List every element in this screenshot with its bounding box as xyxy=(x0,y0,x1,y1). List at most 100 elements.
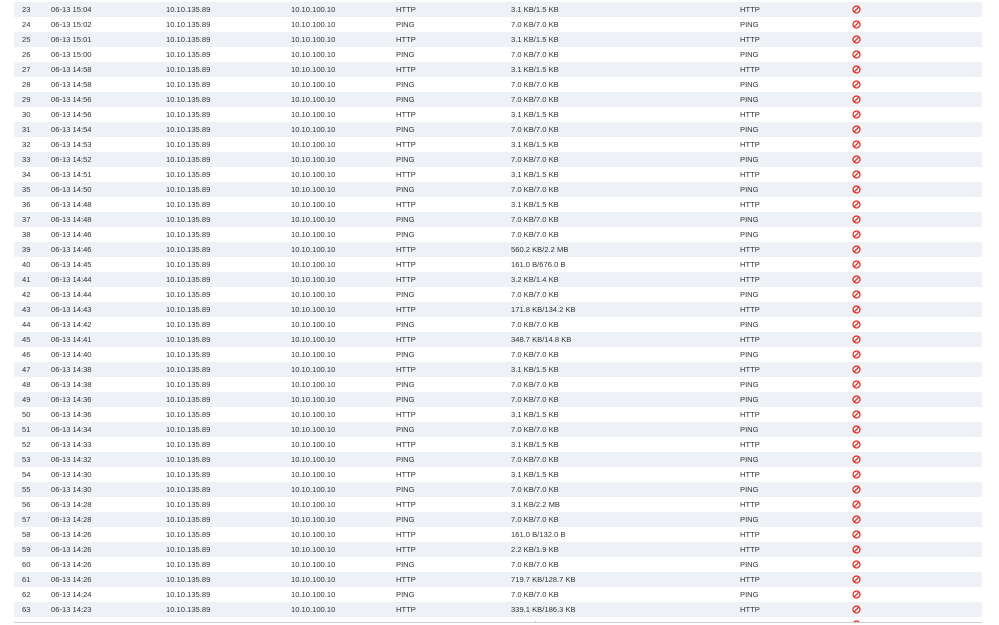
table-row[interactable]: 27 06-13 14:58 10.10.135.89 10.10.100.10 HTT… xyxy=(14,62,982,77)
block-icon[interactable] xyxy=(852,590,861,599)
block-icon[interactable] xyxy=(852,305,861,314)
block-icon[interactable] xyxy=(852,200,861,209)
table-row[interactable]: 24 06-13 15:02 10.10.135.89 10.10.100.10 PIN… xyxy=(14,17,982,32)
table-row[interactable]: 59 06-13 14:26 10.10.135.89 10.10.100.10 HTT… xyxy=(14,542,982,557)
block-icon[interactable] xyxy=(852,245,861,254)
table-row[interactable]: 31 06-13 14:54 10.10.135.89 10.10.100.10 PIN… xyxy=(14,122,982,137)
table-row[interactable]: 55 06-13 14:30 10.10.135.89 10.10.100.10 PIN… xyxy=(14,482,982,497)
row-dest-ip: 10.10.100.10 xyxy=(291,395,336,404)
block-icon[interactable] xyxy=(852,185,861,194)
row-source-ip: 10.10.135.89 xyxy=(166,35,211,44)
row-traffic: 3.1 KB/1.5 KB xyxy=(511,110,559,119)
table-row[interactable]: 32 06-13 14:53 10.10.135.89 10.10.100.10 HTT… xyxy=(14,137,982,152)
table-row[interactable]: 62 06-13 14:24 10.10.135.89 10.10.100.10 PIN… xyxy=(14,587,982,602)
table-row[interactable]: 33 06-13 14:52 10.10.135.89 10.10.100.10 PIN… xyxy=(14,152,982,167)
block-icon[interactable] xyxy=(852,605,861,614)
block-icon[interactable] xyxy=(852,230,861,239)
block-icon[interactable] xyxy=(852,65,861,74)
row-traffic: 171.8 KB/134.2 KB xyxy=(511,305,576,314)
block-icon[interactable] xyxy=(852,575,861,584)
table-row[interactable]: 34 06-13 14:51 10.10.135.89 10.10.100.10 HTT… xyxy=(14,167,982,182)
block-icon[interactable] xyxy=(852,320,861,329)
block-icon[interactable] xyxy=(852,545,861,554)
table-row[interactable]: 48 06-13 14:38 10.10.135.89 10.10.100.10 PIN… xyxy=(14,377,982,392)
table-row[interactable]: 23 06-13 15:04 10.10.135.89 10.10.100.10 HTT… xyxy=(14,2,982,17)
block-icon[interactable] xyxy=(852,380,861,389)
block-icon[interactable] xyxy=(852,125,861,134)
table-row[interactable]: 45 06-13 14:41 10.10.135.89 10.10.100.10 HTT… xyxy=(14,332,982,347)
table-row[interactable]: 30 06-13 14:56 10.10.135.89 10.10.100.10 HTT… xyxy=(14,107,982,122)
row-source-ip: 10.10.135.89 xyxy=(166,110,211,119)
block-icon[interactable] xyxy=(852,290,861,299)
row-dest-ip: 10.10.100.10 xyxy=(291,50,336,59)
block-icon[interactable] xyxy=(852,275,861,284)
block-icon[interactable] xyxy=(852,35,861,44)
row-protocol: PING xyxy=(740,20,759,29)
block-icon[interactable] xyxy=(852,50,861,59)
block-icon[interactable] xyxy=(852,365,861,374)
table-row[interactable]: 49 06-13 14:36 10.10.135.89 10.10.100.10 PIN… xyxy=(14,392,982,407)
table-row[interactable]: 37 06-13 14:48 10.10.135.89 10.10.100.10 PIN… xyxy=(14,212,982,227)
row-traffic: 7.0 KB/7.0 KB xyxy=(511,185,559,194)
block-icon[interactable] xyxy=(852,530,861,539)
table-row[interactable]: 52 06-13 14:33 10.10.135.89 10.10.100.10 HTT… xyxy=(14,437,982,452)
row-id: 59 xyxy=(22,545,31,554)
block-icon[interactable] xyxy=(852,395,861,404)
block-icon[interactable] xyxy=(852,110,861,119)
block-icon[interactable] xyxy=(852,425,861,434)
block-icon[interactable] xyxy=(852,485,861,494)
block-icon[interactable] xyxy=(852,5,861,14)
table-row[interactable]: 56 06-13 14:28 10.10.135.89 10.10.100.10 HTT… xyxy=(14,497,982,512)
block-icon[interactable] xyxy=(852,455,861,464)
table-row[interactable]: 50 06-13 14:36 10.10.135.89 10.10.100.10 HTT… xyxy=(14,407,982,422)
block-icon[interactable] xyxy=(852,20,861,29)
block-icon[interactable] xyxy=(852,140,861,149)
table-row[interactable]: 57 06-13 14:28 10.10.135.89 10.10.100.10 PIN… xyxy=(14,512,982,527)
block-icon[interactable] xyxy=(852,215,861,224)
table-row[interactable]: 26 06-13 15:00 10.10.135.89 10.10.100.10 PIN… xyxy=(14,47,982,62)
block-icon[interactable] xyxy=(852,500,861,509)
block-icon[interactable] xyxy=(852,515,861,524)
row-type: PING xyxy=(396,425,415,434)
table-row[interactable]: 53 06-13 14:32 10.10.135.89 10.10.100.10 PIN… xyxy=(14,452,982,467)
table-row[interactable]: 47 06-13 14:38 10.10.135.89 10.10.100.10 HTT… xyxy=(14,362,982,377)
block-icon[interactable] xyxy=(852,440,861,449)
table-row[interactable]: 58 06-13 14:26 10.10.135.89 10.10.100.10 HTT… xyxy=(14,527,982,542)
table-row[interactable]: 25 06-13 15:01 10.10.135.89 10.10.100.10 HTT… xyxy=(14,32,982,47)
table-row[interactable]: 61 06-13 14:26 10.10.135.89 10.10.100.10 HTT… xyxy=(14,572,982,587)
row-type: HTTP xyxy=(396,545,416,554)
block-icon[interactable] xyxy=(852,260,861,269)
table-row[interactable]: 41 06-13 14:44 10.10.135.89 10.10.100.10 HTT… xyxy=(14,272,982,287)
table-row[interactable]: 29 06-13 14:56 10.10.135.89 10.10.100.10 PIN… xyxy=(14,92,982,107)
table-row[interactable]: 51 06-13 14:34 10.10.135.89 10.10.100.10 PIN… xyxy=(14,422,982,437)
row-dest-ip: 10.10.100.10 xyxy=(291,230,336,239)
row-dest-ip: 10.10.100.10 xyxy=(291,80,336,89)
block-icon[interactable] xyxy=(852,155,861,164)
table-row[interactable]: 28 06-13 14:58 10.10.135.89 10.10.100.10 PIN… xyxy=(14,77,982,92)
table-row[interactable]: 40 06-13 14:45 10.10.135.89 10.10.100.10 HTT… xyxy=(14,257,982,272)
table-row[interactable]: 35 06-13 14:50 10.10.135.89 10.10.100.10 PIN… xyxy=(14,182,982,197)
row-source-ip: 10.10.135.89 xyxy=(166,80,211,89)
block-icon[interactable] xyxy=(852,95,861,104)
table-row[interactable]: 38 06-13 14:46 10.10.135.89 10.10.100.10 PIN… xyxy=(14,227,982,242)
table-row[interactable]: 43 06-13 14:43 10.10.135.89 10.10.100.10 HTT… xyxy=(14,302,982,317)
table-row[interactable]: 54 06-13 14:30 10.10.135.89 10.10.100.10 HTT… xyxy=(14,467,982,482)
block-icon[interactable] xyxy=(852,560,861,569)
table-row[interactable]: 44 06-13 14:42 10.10.135.89 10.10.100.10 PIN… xyxy=(14,317,982,332)
block-icon[interactable] xyxy=(852,350,861,359)
block-icon[interactable] xyxy=(852,410,861,419)
row-protocol: HTTP xyxy=(740,530,760,539)
block-icon[interactable] xyxy=(852,335,861,344)
row-source-ip: 10.10.135.89 xyxy=(166,305,211,314)
row-traffic: 7.0 KB/7.0 KB xyxy=(511,155,559,164)
block-icon[interactable] xyxy=(852,470,861,479)
table-row[interactable]: 42 06-13 14:44 10.10.135.89 10.10.100.10 PIN… xyxy=(14,287,982,302)
row-traffic: 3.2 KB/1.4 KB xyxy=(511,275,559,284)
table-row[interactable]: 60 06-13 14:26 10.10.135.89 10.10.100.10 PIN… xyxy=(14,557,982,572)
block-icon[interactable] xyxy=(852,170,861,179)
block-icon[interactable] xyxy=(852,80,861,89)
table-row[interactable]: 36 06-13 14:48 10.10.135.89 10.10.100.10 HTT… xyxy=(14,197,982,212)
table-row[interactable]: 63 06-13 14:23 10.10.135.89 10.10.100.10 HTT… xyxy=(14,602,982,617)
table-row[interactable]: 39 06-13 14:46 10.10.135.89 10.10.100.10 HTT… xyxy=(14,242,982,257)
table-row[interactable]: 46 06-13 14:40 10.10.135.89 10.10.100.10 PIN… xyxy=(14,347,982,362)
